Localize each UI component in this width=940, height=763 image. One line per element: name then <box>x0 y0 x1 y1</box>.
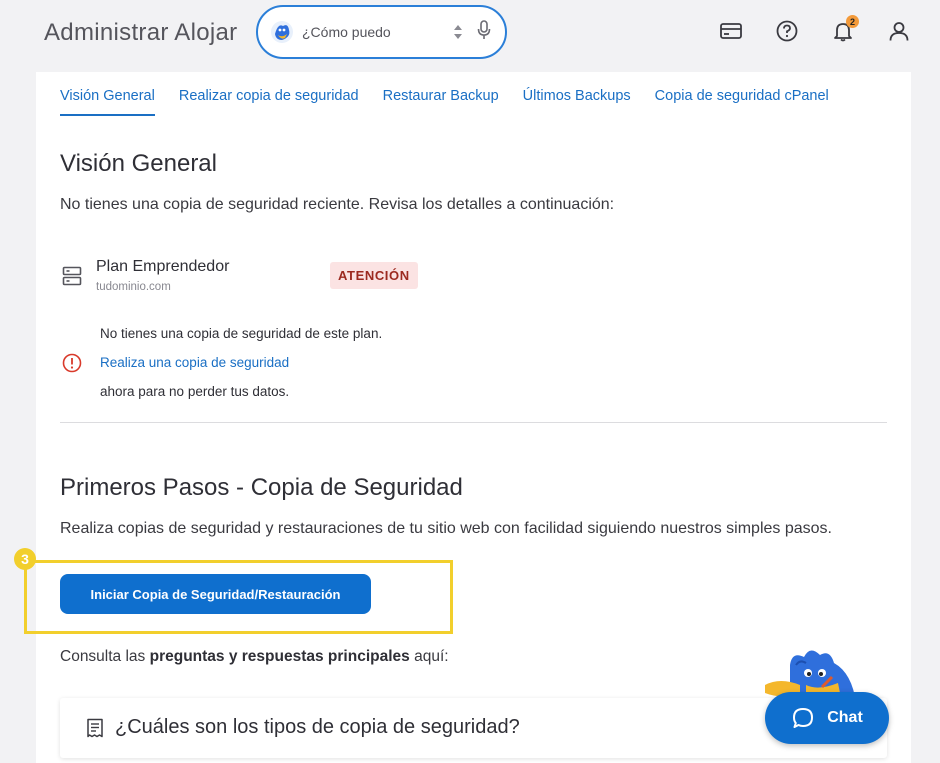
tab-vision-general[interactable]: Visión General <box>60 88 155 116</box>
tab-ultimos-backups[interactable]: Últimos Backups <box>523 88 631 116</box>
tab-restaurar-backup[interactable]: Restaurar Backup <box>383 88 499 116</box>
faq-intro: Consulta las preguntas y respuestas prin… <box>60 648 449 666</box>
alert-circle-icon <box>62 353 82 378</box>
faq-intro-prefix: Consulta las <box>60 648 146 665</box>
tab-bar: Visión General Realizar copia de segurid… <box>60 88 853 116</box>
faq-intro-suffix: aquí: <box>414 648 449 665</box>
alert-message: No tienes una copia de seguridad de este… <box>100 326 383 341</box>
notification-count-badge: 2 <box>846 15 859 28</box>
step-number-badge: 3 <box>14 548 36 570</box>
chat-button[interactable]: Chat <box>765 692 889 744</box>
overview-title: Visión General <box>60 150 217 177</box>
receipt-icon <box>86 718 104 743</box>
tab-copia-cpanel[interactable]: Copia de seguridad cPanel <box>655 88 829 116</box>
page-title: Administrar Alojar <box>44 19 238 46</box>
user-icon[interactable] <box>886 18 912 44</box>
help-circle-icon[interactable] <box>774 18 800 44</box>
divider <box>60 422 887 423</box>
status-badge: ATENCIÓN <box>330 262 418 289</box>
server-icon <box>62 266 82 291</box>
getting-started-title: Primeros Pasos - Copia de Seguridad <box>60 474 463 501</box>
microphone-icon[interactable] <box>477 19 491 45</box>
stepper-arrows-icon[interactable] <box>453 23 463 41</box>
chat-label: Chat <box>827 709 863 726</box>
bell-icon[interactable]: 2 <box>830 15 859 44</box>
getting-started-description: Realiza copias de seguridad y restauraci… <box>60 520 832 537</box>
search-box[interactable]: ¿Cómo puedo <box>256 5 507 59</box>
billing-card-icon[interactable] <box>718 18 744 44</box>
search-input[interactable]: ¿Cómo puedo <box>302 24 453 40</box>
tab-realizar-copia[interactable]: Realizar copia de seguridad <box>179 88 359 116</box>
create-backup-link[interactable]: Realiza una copia de seguridad <box>100 355 289 370</box>
mascot-avatar-icon <box>271 21 293 43</box>
plan-domain: tudominio.com <box>96 281 171 293</box>
alert-message-suffix: ahora para no perder tus datos. <box>100 384 290 399</box>
faq-intro-bold: preguntas y respuestas principales <box>149 648 410 665</box>
plan-name: Plan Emprendedor <box>96 258 230 275</box>
start-backup-restore-button[interactable]: Iniciar Copia de Seguridad/Restauración <box>60 574 371 614</box>
faq-question: ¿Cuáles son los tipos de copia de seguri… <box>115 716 520 738</box>
chat-bubble-icon <box>793 708 814 728</box>
overview-subtitle: No tienes una copia de seguridad recient… <box>60 196 615 213</box>
